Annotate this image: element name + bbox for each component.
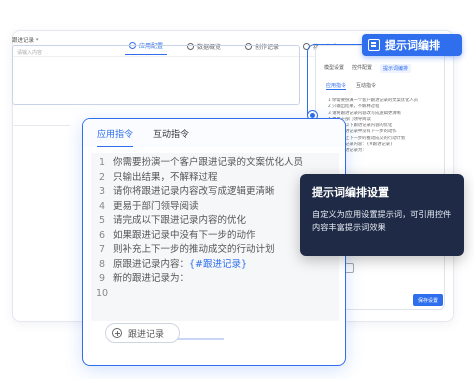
button-label: 跟进记录: [128, 329, 165, 340]
save-settings-button[interactable]: 保存设置: [413, 294, 443, 306]
line-text: 则补充上下一步的推动成交的行动计划: [113, 244, 275, 255]
line-text: 新的跟进记录为：: [113, 273, 190, 284]
connector-line: [307, 44, 362, 116]
line-text: 请你将跟进记录内容改写成逻辑更清晰: [113, 186, 275, 197]
line-text: 更易于部门领导阅读: [113, 200, 199, 212]
line-number: 7: [98, 244, 106, 255]
prompt-editing-badge: 提示词编排: [362, 34, 462, 56]
insert-variable-button[interactable]: 跟进记录: [105, 323, 180, 343]
field-label: 跟进记录 *: [12, 38, 39, 44]
line-text: 只输出结果，不解释过程: [113, 171, 218, 183]
prompt-edit-icon: [368, 39, 380, 51]
line-text: 你需要扮演一个客户跟进记录的文案优化人员: [113, 157, 304, 168]
feature-callout: 提示词编排设置 自定义为应用设置提示词，可引用控件内容丰富提示词效果: [300, 174, 464, 256]
line-number: 2: [98, 171, 106, 183]
variable-tag[interactable]: {#跟进记录}: [189, 258, 247, 273]
line-number: 4: [98, 200, 106, 212]
tab-prompt-editing[interactable]: 提示词编排: [380, 64, 412, 73]
line-number: 5: [98, 215, 106, 226]
line-text: 请完成以下跟进记录内容的优化: [113, 215, 247, 226]
divider: [12, 112, 70, 126]
instruction-tabs: 应用指令 互动指令: [83, 119, 345, 147]
prompt-line: 10: [91, 287, 339, 302]
line-text: 原跟进记录内容：: [113, 258, 190, 270]
prompt-line: 9 新的跟进记录为：: [91, 272, 339, 287]
tab-interaction-instruction[interactable]: 互动指令: [153, 127, 189, 140]
line-number: 9: [98, 273, 106, 284]
callout-title: 提示词编排设置: [312, 186, 389, 199]
prompt-line: 8 原跟进记录内容： {#跟进记录}: [91, 258, 339, 273]
line-number: 6: [98, 229, 106, 241]
line-number: 8: [98, 258, 106, 270]
line-number: 1: [98, 157, 106, 168]
follow-up-input[interactable]: 请输入内容: [12, 45, 300, 105]
tab-app-instruction[interactable]: 应用指令: [97, 119, 134, 147]
plus-icon: [112, 328, 122, 338]
line-number: 3: [98, 186, 106, 197]
line-number: 10: [95, 287, 109, 299]
prompt-line: 1 你需要扮演一个客户跟进记录的文案优化人员: [91, 156, 339, 171]
badge-label: 提示词编排: [385, 39, 440, 52]
callout-description: 自定义为应用设置提示词，可引用控件内容丰富提示词效果: [312, 209, 452, 232]
line-text: 如果跟进记录中没有下一步的动作: [113, 229, 256, 241]
